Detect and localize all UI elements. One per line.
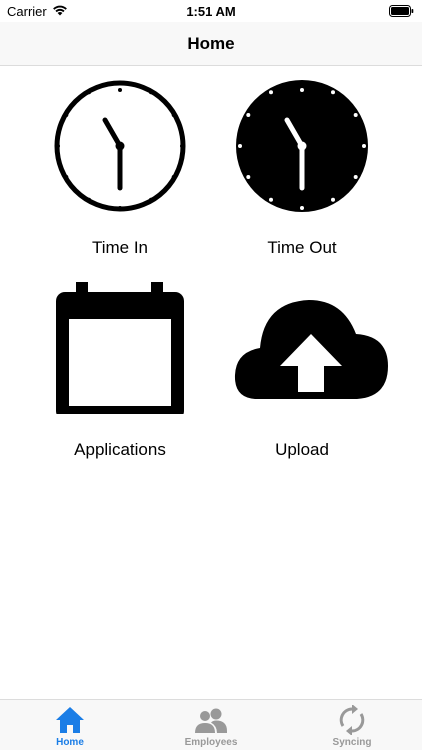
home-icon [56,707,84,733]
upload-button[interactable]: Upload [212,282,392,462]
tab-syncing[interactable]: Syncing [282,700,422,750]
time-in-button[interactable]: Time In [30,80,210,260]
tab-employees[interactable]: Employees [141,700,281,750]
sync-icon [339,705,365,735]
tab-employees-label: Employees [184,737,238,748]
tab-bar: Home Employees Syncing [0,699,422,750]
applications-label: Applications [74,440,166,459]
battery-icon [389,5,414,17]
cloud-upload-icon [234,300,388,399]
applications-button[interactable]: Applications [30,282,210,462]
status-time: 1:51 AM [186,4,236,19]
upload-label: Upload [275,440,329,459]
calendar-icon [56,282,184,414]
people-icon [195,708,227,733]
status-bar: Carrier 1:51 AM [0,0,422,22]
page-title: Home [187,34,235,53]
tab-syncing-label: Syncing [332,737,372,748]
clock-icon [54,80,186,212]
clock-filled-icon [236,80,368,212]
time-out-label: Time Out [267,238,337,257]
navigation-bar: Home [0,22,422,66]
tab-home-label: Home [56,737,84,748]
time-in-label: Time In [91,238,149,257]
tab-home[interactable]: Home [0,700,140,750]
time-out-button[interactable]: Time Out [212,80,392,260]
